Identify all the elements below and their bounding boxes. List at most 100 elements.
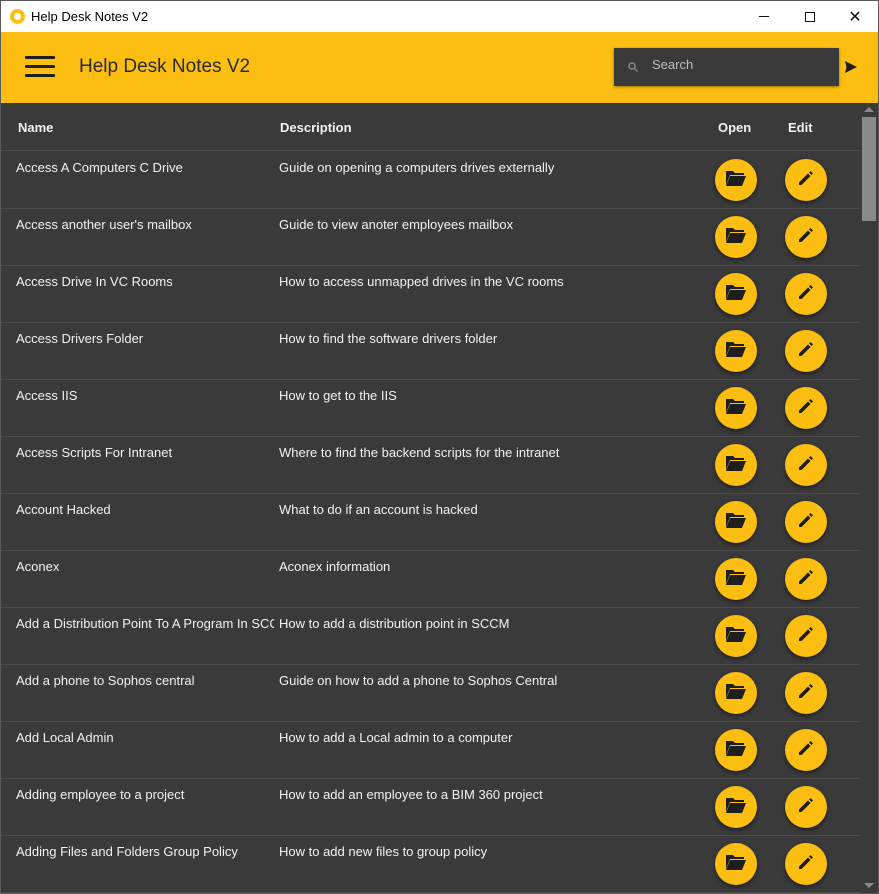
minimize-button[interactable] (741, 1, 787, 32)
note-description: How to add a Local admin to a computer (279, 730, 513, 745)
edit-note-button[interactable] (785, 786, 827, 828)
folder-open-icon (725, 853, 747, 876)
pencil-edit-icon (797, 283, 815, 306)
edit-note-button[interactable] (785, 501, 827, 543)
edit-note-button[interactable] (785, 843, 827, 885)
search-box[interactable] (614, 48, 839, 86)
table-body: Access A Computers C Drive Guide on openi… (1, 152, 860, 893)
table-row[interactable]: Access Scripts For Intranet Where to find… (1, 437, 860, 494)
notes-table: Name Description Open Edit Access A Comp… (1, 103, 860, 893)
search-icon (628, 62, 638, 72)
table-header: Name Description Open Edit (1, 103, 860, 151)
open-note-button[interactable] (715, 615, 757, 657)
note-name: Access Drive In VC Rooms (16, 274, 173, 289)
pencil-edit-icon (797, 454, 815, 477)
scroll-thumb[interactable] (862, 117, 876, 221)
column-header-edit: Edit (788, 120, 813, 135)
note-description: How to access unmapped drives in the VC … (279, 274, 564, 289)
folder-open-icon (725, 682, 747, 705)
close-button[interactable]: ✕ (832, 1, 878, 32)
table-row[interactable]: Add a phone to Sophos central Guide on ho… (1, 665, 860, 722)
column-header-description[interactable]: Description (280, 120, 352, 135)
vertical-scrollbar[interactable] (860, 103, 878, 893)
edit-note-button[interactable] (785, 558, 827, 600)
open-note-button[interactable] (715, 273, 757, 315)
open-note-button[interactable] (715, 330, 757, 372)
note-name: Add a Distribution Point To A Program In… (16, 616, 274, 631)
search-input[interactable] (652, 52, 832, 76)
open-note-button[interactable] (715, 501, 757, 543)
pencil-edit-icon (797, 397, 815, 420)
pencil-edit-icon (797, 226, 815, 249)
maximize-button[interactable] (787, 1, 833, 32)
open-note-button[interactable] (715, 159, 757, 201)
table-row[interactable]: Access IIS How to get to the IIS (1, 380, 860, 437)
send-icon[interactable] (844, 60, 858, 74)
note-name: Add a phone to Sophos central (16, 673, 195, 688)
table-row[interactable]: Adding employee to a project How to add a… (1, 779, 860, 836)
folder-open-icon (725, 796, 747, 819)
scroll-down-arrow-icon[interactable] (864, 883, 874, 888)
open-note-button[interactable] (715, 786, 757, 828)
table-row[interactable]: Access Drivers Folder How to find the sof… (1, 323, 860, 380)
edit-note-button[interactable] (785, 615, 827, 657)
close-icon: ✕ (848, 8, 862, 26)
table-row[interactable]: Account Hacked What to do if an account i… (1, 494, 860, 551)
hamburger-menu-icon[interactable] (25, 56, 55, 78)
column-header-open: Open (718, 120, 752, 135)
note-description: How to add an employee to a BIM 360 proj… (279, 787, 543, 802)
pencil-edit-icon (797, 739, 815, 762)
table-row[interactable]: Aconex Aconex information (1, 551, 860, 608)
table-row[interactable]: Adding Files and Folders Group Policy How… (1, 836, 860, 893)
open-note-button[interactable] (715, 729, 757, 771)
open-note-button[interactable] (715, 216, 757, 258)
table-row[interactable]: Add Local Admin How to add a Local admin … (1, 722, 860, 779)
window-titlebar[interactable]: Help Desk Notes V2 ✕ (1, 1, 878, 32)
edit-note-button[interactable] (785, 330, 827, 372)
open-note-button[interactable] (715, 558, 757, 600)
maximize-icon (805, 11, 815, 22)
edit-note-button[interactable] (785, 216, 827, 258)
note-name: Access Scripts For Intranet (16, 445, 173, 460)
open-note-button[interactable] (715, 672, 757, 714)
note-description: How to add a distribution point in SCCM (279, 616, 510, 631)
table-row[interactable]: Access another user's mailbox Guide to vi… (1, 209, 860, 266)
table-row[interactable]: Access Drive In VC Rooms How to access un… (1, 266, 860, 323)
folder-open-icon (725, 397, 747, 420)
pencil-edit-icon (797, 682, 815, 705)
note-description: Guide on opening a computers drives exte… (279, 160, 555, 175)
folder-open-icon (725, 283, 747, 306)
edit-note-button[interactable] (785, 387, 827, 429)
open-note-button[interactable] (715, 387, 757, 429)
window-title: Help Desk Notes V2 (31, 9, 149, 24)
edit-note-button[interactable] (785, 672, 827, 714)
open-note-button[interactable] (715, 843, 757, 885)
note-name: Aconex (16, 559, 60, 574)
folder-open-icon (725, 511, 747, 534)
pencil-edit-icon (797, 853, 815, 876)
edit-note-button[interactable] (785, 273, 827, 315)
app-bar: Help Desk Notes V2 (1, 32, 878, 103)
open-note-button[interactable] (715, 444, 757, 486)
edit-note-button[interactable] (785, 444, 827, 486)
edit-note-button[interactable] (785, 159, 827, 201)
note-name: Account Hacked (16, 502, 111, 517)
note-description: Where to find the backend scripts for th… (279, 445, 560, 460)
edit-note-button[interactable] (785, 729, 827, 771)
scroll-up-arrow-icon[interactable] (864, 107, 874, 112)
column-header-name[interactable]: Name (18, 120, 53, 135)
note-description: Aconex information (279, 559, 391, 574)
note-name: Access Drivers Folder (16, 331, 144, 346)
pencil-edit-icon (797, 568, 815, 591)
folder-open-icon (725, 340, 747, 363)
pencil-edit-icon (797, 511, 815, 534)
note-description: What to do if an account is hacked (279, 502, 478, 517)
table-row[interactable]: Add a Distribution Point To A Program In… (1, 608, 860, 665)
note-name: Access another user's mailbox (16, 217, 192, 232)
table-row[interactable]: Access A Computers C Drive Guide on openi… (1, 152, 860, 209)
note-name: Adding employee to a project (16, 787, 185, 802)
app-title: Help Desk Notes V2 (79, 56, 251, 77)
pencil-edit-icon (797, 625, 815, 648)
note-name: Adding Files and Folders Group Policy (16, 844, 238, 859)
note-name: Access IIS (16, 388, 78, 403)
